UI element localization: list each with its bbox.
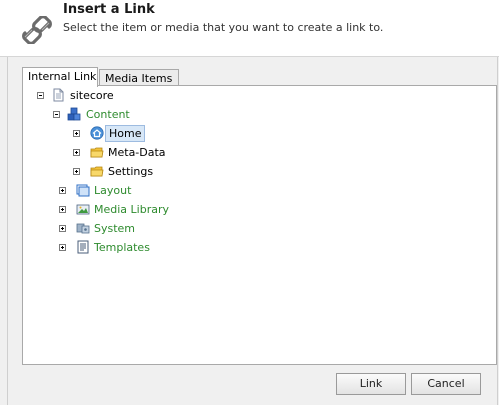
layout-icon <box>76 184 90 197</box>
dialog-subtitle: Select the item or media that you want t… <box>63 21 384 34</box>
folder-icon <box>90 166 104 177</box>
content-cubes-icon <box>67 107 81 121</box>
collapse-icon[interactable] <box>53 111 60 118</box>
dialog-header: Insert a Link Select the item or media t… <box>0 0 499 57</box>
tree-label-sitecore[interactable]: sitecore <box>67 88 117 104</box>
collapse-icon[interactable] <box>37 92 44 99</box>
tab-media-items[interactable]: Media Items <box>99 69 179 86</box>
tree-label-home[interactable]: Home <box>105 125 146 142</box>
tree-label-content[interactable]: Content <box>83 107 133 123</box>
expand-icon[interactable] <box>73 168 80 175</box>
expand-icon[interactable] <box>59 206 66 213</box>
home-icon <box>90 126 104 140</box>
expand-icon[interactable] <box>59 187 66 194</box>
expand-icon[interactable] <box>73 149 80 156</box>
templates-icon <box>77 240 89 254</box>
tree-label-layout[interactable]: Layout <box>91 183 134 199</box>
expand-icon[interactable] <box>59 244 66 251</box>
tab-internal-link[interactable]: Internal Link <box>22 67 98 87</box>
document-icon <box>53 88 64 102</box>
dialog-title: Insert a Link <box>63 2 155 17</box>
tree-label-templates[interactable]: Templates <box>91 240 153 256</box>
chain-link-icon <box>22 16 52 44</box>
body-right-border <box>497 57 498 405</box>
expand-icon[interactable] <box>73 130 80 137</box>
tree-label-system[interactable]: System <box>91 221 138 237</box>
system-icon <box>76 223 90 234</box>
tree-label-media-library[interactable]: Media Library <box>91 202 172 218</box>
link-button[interactable]: Link <box>336 373 406 395</box>
folder-icon <box>90 147 104 158</box>
media-library-icon <box>76 204 90 215</box>
tree-label-meta-data[interactable]: Meta-Data <box>105 145 169 161</box>
tree-label-settings[interactable]: Settings <box>105 164 156 180</box>
cancel-button[interactable]: Cancel <box>411 373 481 395</box>
expand-icon[interactable] <box>59 225 66 232</box>
tree-panel: sitecore Content Home Meta-Data Settings… <box>22 85 497 365</box>
insert-link-dialog: Insert a Link Select the item or media t… <box>0 0 499 405</box>
body-left-border <box>7 57 8 405</box>
